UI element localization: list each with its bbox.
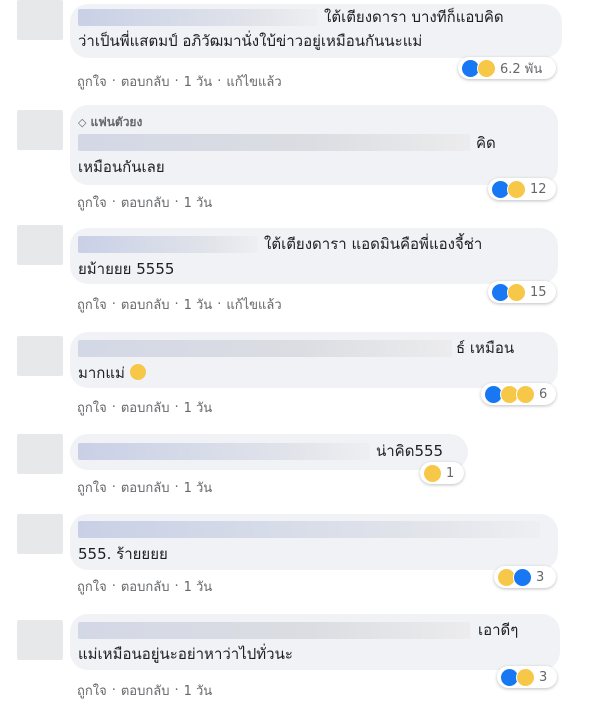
reply-link[interactable]: ตอบกลับ (121, 192, 170, 213)
reply-link[interactable]: ตอบกลับ (121, 680, 170, 701)
like-link[interactable]: ถูกใจ (77, 680, 107, 701)
reaction-count: 15 (530, 284, 547, 300)
comment-text-line: ว่าเป็นพี่แสตมป์ อภิวัฒมานั่งใบ้ข่าวอยู่… (78, 32, 423, 50)
reply-link[interactable]: ตอบกลับ (121, 71, 170, 92)
reaction-count: 1 (446, 465, 455, 481)
blurred-commenter-name (78, 9, 318, 26)
avatar[interactable] (17, 110, 63, 150)
comment-text-line: คิด (476, 134, 496, 152)
reaction-summary[interactable]: 12 (488, 178, 556, 200)
top-fan-badge: ◇ แฟนตัวยง (78, 113, 142, 132)
comment-text-line: น่าคิด555 (376, 442, 444, 460)
comment-text-line: 555. ร้ายยยย (78, 545, 168, 563)
sad-reaction-icon (516, 384, 535, 404)
comment-text-line: เหมือนกันเลย (78, 158, 165, 176)
blurred-commenter-name (78, 340, 452, 357)
reaction-summary[interactable]: 15 (488, 281, 556, 303)
timestamp[interactable]: 1 วัน (184, 192, 213, 213)
comment-text-line: เอาดีๆ (478, 621, 519, 639)
timestamp[interactable]: 1 วัน (184, 576, 213, 597)
like-link[interactable]: ถูกใจ (77, 192, 107, 213)
timestamp[interactable]: 1 วัน (184, 71, 213, 92)
blurred-commenter-name (78, 622, 470, 639)
comment-actions: ถูกใจ · ตอบกลับ · 1 วัน (77, 576, 212, 597)
comment-text-line: แม่เหมือนอยู่นะอย่าหาว่าไปทั่วนะ (78, 645, 293, 663)
blurred-commenter-name (78, 443, 370, 460)
reaction-count: 3 (539, 669, 548, 685)
haha-reaction-icon (516, 667, 535, 687)
blurred-comment-text (78, 134, 470, 151)
reaction-summary[interactable]: 6 (481, 383, 556, 405)
like-link[interactable]: ถูกใจ (77, 576, 107, 597)
reaction-summary[interactable]: 3 (494, 566, 556, 588)
timestamp[interactable]: 1 วัน (184, 680, 213, 701)
grinning-emoji-icon (129, 364, 146, 380)
comment-text-line: มากแม่ (78, 364, 146, 383)
haha-reaction-icon (477, 58, 496, 78)
like-link[interactable]: ถูกใจ (77, 477, 107, 498)
reaction-count: 3 (536, 569, 545, 585)
timestamp[interactable]: 1 วัน (184, 397, 213, 418)
avatar[interactable] (17, 434, 63, 474)
reaction-summary[interactable]: 1 (420, 462, 464, 484)
like-reaction-icon (513, 567, 532, 587)
diamond-icon: ◇ (78, 116, 87, 129)
avatar[interactable] (17, 225, 63, 265)
haha-reaction-icon (507, 282, 526, 302)
reaction-count: 6.2 พัน (500, 61, 543, 77)
edited-label[interactable]: แก้ไขแล้ว (226, 294, 281, 315)
reply-link[interactable]: ตอบกลับ (121, 576, 170, 597)
comment-actions: ถูกใจ · ตอบกลับ · 1 วัน (77, 477, 212, 498)
comment-text-line: ยม้ายยย 5555 (78, 260, 175, 278)
comment-text-line: ใต้เตียงดารา บางทีก็แอบคิด (324, 8, 504, 26)
comment-actions: ถูกใจ · ตอบกลับ · 1 วัน · แก้ไขแล้ว (77, 294, 282, 315)
badge-label: แฟนตัวยง (90, 115, 143, 129)
reaction-count: 6 (539, 386, 548, 402)
reply-link[interactable]: ตอบกลับ (121, 294, 170, 315)
reply-link[interactable]: ตอบกลับ (121, 397, 170, 418)
edited-label[interactable]: แก้ไขแล้ว (226, 71, 281, 92)
reaction-summary[interactable]: 6.2 พัน (458, 57, 556, 79)
timestamp[interactable]: 1 วัน (184, 477, 213, 498)
blurred-commenter-name (78, 236, 258, 253)
avatar[interactable] (17, 0, 63, 40)
avatar[interactable] (17, 336, 63, 376)
reaction-count: 12 (530, 181, 547, 197)
haha-reaction-icon (423, 463, 442, 483)
reply-link[interactable]: ตอบกลับ (121, 477, 170, 498)
timestamp[interactable]: 1 วัน (184, 294, 213, 315)
comment-actions: ถูกใจ · ตอบกลับ · 1 วัน (77, 680, 212, 701)
comment-actions: ถูกใจ · ตอบกลับ · 1 วัน (77, 192, 212, 213)
like-link[interactable]: ถูกใจ (77, 294, 107, 315)
avatar[interactable] (17, 514, 63, 554)
avatar[interactable] (17, 620, 63, 660)
sad-reaction-icon (507, 179, 526, 199)
comment-text-inline: มากแม่ (78, 364, 125, 382)
comment-text-line: ธ์ เหมือน (456, 339, 515, 357)
like-link[interactable]: ถูกใจ (77, 71, 107, 92)
comment-text-line: ใต้เตียงดารา แอดมินคือพี่แองจี้ช่า (264, 235, 483, 253)
reaction-summary[interactable]: 3 (497, 666, 557, 688)
comment-actions: ถูกใจ · ตอบกลับ · 1 วัน · แก้ไขแล้ว (77, 71, 282, 92)
blurred-commenter-name (78, 521, 540, 538)
comment-actions: ถูกใจ · ตอบกลับ · 1 วัน (77, 397, 212, 418)
like-link[interactable]: ถูกใจ (77, 397, 107, 418)
